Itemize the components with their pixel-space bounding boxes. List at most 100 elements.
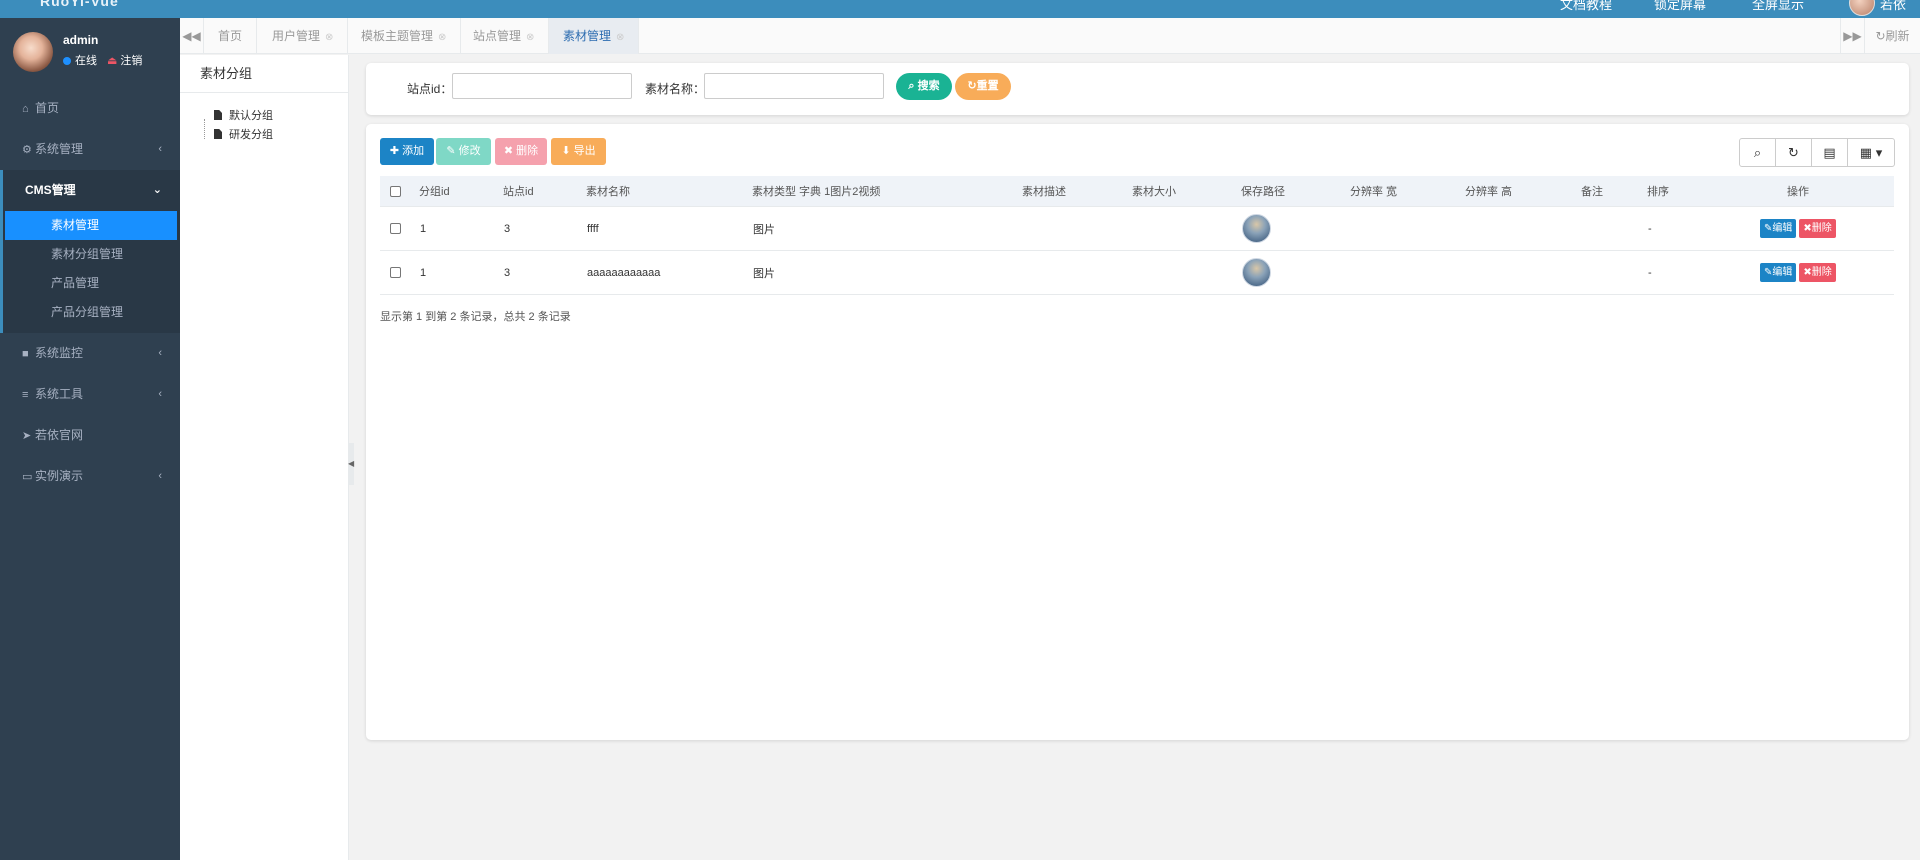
row-delete-button[interactable]: ✖删除 <box>1799 219 1836 238</box>
sort-cell: - <box>1648 266 1652 279</box>
sidebar-subitem-product-group[interactable]: 产品分组管理 <box>3 298 180 327</box>
group-id-cell: 1 <box>420 266 427 279</box>
sidebar-item-label: 系统监控 <box>35 346 84 360</box>
toggle-search-button[interactable]: ⌕ <box>1740 139 1776 166</box>
tabs-scroll-right-button[interactable]: ▶▶ <box>1840 18 1864 54</box>
sidebar-item-label: 实例演示 <box>35 469 84 483</box>
tab-user[interactable]: 用户管理 ⊗ <box>258 18 349 56</box>
user-avatar[interactable] <box>13 32 53 72</box>
sidebar-subitem-material-group[interactable]: 素材分组管理 <box>3 240 180 269</box>
row-edit-label: 编辑 <box>1772 267 1793 278</box>
plus-icon: ✚ <box>389 145 400 157</box>
toggle-view-button[interactable]: ▤ <box>1812 139 1848 166</box>
export-button-label: 导出 <box>573 145 596 157</box>
search-icon: ⌕ <box>908 80 915 92</box>
select-all-cell <box>390 176 401 206</box>
material-thumbnail[interactable] <box>1242 258 1271 287</box>
row-edit-button[interactable]: ✎编辑 <box>1760 219 1797 238</box>
reset-button[interactable]: ↻重置 <box>955 73 1011 100</box>
tree-node[interactable]: 默认分组 <box>202 107 348 126</box>
column-header[interactable]: 素材描述 <box>1022 176 1066 206</box>
search-form: 站点id： 素材名称： ⌕ 搜索 ↻重置 <box>366 63 1909 115</box>
close-icon[interactable]: ⊗ <box>526 20 534 56</box>
file-icon <box>214 129 222 139</box>
column-header[interactable]: 素材大小 <box>1132 176 1176 206</box>
table-header: 分组id 站点id 素材名称 素材类型 字典 1图片2视频 素材描述 素材大小 … <box>380 176 1894 207</box>
user-status: 在线 ⏏ 注销 <box>63 52 142 68</box>
logout-link[interactable]: 注销 <box>120 55 142 67</box>
sidebar-item-website[interactable]: ➤ 若依官网 <box>0 415 180 456</box>
sidebar-item-system[interactable]: ⚙ 系统管理 ‹ <box>0 129 180 170</box>
column-header[interactable]: 分辨率 高 <box>1465 176 1512 206</box>
edit-button[interactable]: ✎ 修改 <box>436 138 491 165</box>
close-icon[interactable]: ⊗ <box>438 20 446 56</box>
add-button[interactable]: ✚ 添加 <box>380 138 434 165</box>
search-button-label: 搜索 <box>917 80 940 92</box>
sidebar-subitem-product[interactable]: 产品管理 <box>3 269 180 298</box>
chevron-left-icon: ‹ <box>158 388 162 400</box>
sidebar-item-monitor[interactable]: ■ 系统监控 ‹ <box>0 333 180 374</box>
top-user-avatar[interactable] <box>1849 0 1875 16</box>
select-all-checkbox[interactable] <box>390 185 401 197</box>
tree-node[interactable]: 研发分组 <box>202 126 348 145</box>
search-button[interactable]: ⌕ 搜索 <box>896 73 952 100</box>
collapse-panel-handle[interactable]: ◀ <box>348 443 354 485</box>
sidebar: admin 在线 ⏏ 注销 ⌂ 首页 ⚙ 系统管理 ‹ CMS管理 ⌄ 素材管理 素材分… <box>0 18 180 860</box>
row-edit-button[interactable]: ✎编辑 <box>1760 263 1797 282</box>
tab-label: 用户管理 <box>272 29 321 43</box>
material-type-cell: 图片 <box>753 223 775 236</box>
lock-screen-link[interactable]: 锁定屏幕 <box>1654 0 1706 13</box>
sidebar-item-home[interactable]: ⌂ 首页 <box>0 88 180 129</box>
export-button[interactable]: ⬇ 导出 <box>551 138 606 165</box>
refresh-tab-button[interactable]: ↻刷新 <box>1864 18 1920 54</box>
refresh-table-button[interactable]: ↻ <box>1776 139 1812 166</box>
column-header[interactable]: 备注 <box>1581 176 1603 206</box>
column-header[interactable]: 保存路径 <box>1241 176 1285 206</box>
close-icon[interactable]: ⊗ <box>325 20 333 56</box>
docs-link[interactable]: 文档教程 <box>1560 0 1612 13</box>
column-header[interactable]: 素材类型 字典 1图片2视频 <box>752 176 880 206</box>
row-delete-button[interactable]: ✖删除 <box>1799 263 1836 282</box>
table-row[interactable]: 1 3 aaaaaaaaaaaa 图片 - ✎编辑 ✖删除 <box>380 251 1894 295</box>
sidebar-subitem-material[interactable]: 素材管理 <box>5 211 177 240</box>
row-checkbox[interactable] <box>390 223 401 234</box>
tabs-scroll-left-button[interactable]: ◀◀ <box>180 18 204 54</box>
material-name-input[interactable] <box>704 73 884 99</box>
site-id-input[interactable] <box>452 73 632 99</box>
row-checkbox[interactable] <box>390 267 401 278</box>
material-name-cell: aaaaaaaaaaaa <box>587 266 661 279</box>
tree-node-label: 默认分组 <box>229 110 273 122</box>
paper-plane-icon: ➤ <box>22 430 32 442</box>
column-header[interactable]: 分组id <box>419 176 450 206</box>
top-user-name[interactable]: 若依 <box>1880 0 1906 13</box>
column-header[interactable]: 分辨率 宽 <box>1350 176 1397 206</box>
table-row[interactable]: 1 3 ffff 图片 - ✎编辑 ✖删除 <box>380 207 1894 251</box>
refresh-icon: ↻ <box>967 80 977 92</box>
site-id-cell: 3 <box>504 266 511 279</box>
column-header[interactable]: 站点id <box>503 176 534 206</box>
delete-button[interactable]: ✖ 删除 <box>495 138 547 165</box>
tab-theme[interactable]: 模板主题管理 ⊗ <box>347 18 462 56</box>
chevron-left-icon: ‹ <box>158 470 162 482</box>
sidebar-item-demo[interactable]: ▭ 实例演示 ‹ <box>0 456 180 497</box>
columns-button[interactable]: ▦ ▾ <box>1848 139 1894 166</box>
edit-icon: ✎ <box>446 145 456 157</box>
logout-icon[interactable]: ⏏ <box>107 55 117 67</box>
close-icon[interactable]: ⊗ <box>616 20 624 56</box>
sidebar-item-tools[interactable]: ≡ 系统工具 ‹ <box>0 374 180 415</box>
home-icon: ⌂ <box>22 103 29 115</box>
sidebar-item-cms[interactable]: CMS管理 ⌄ <box>3 170 180 211</box>
sidebar-group-cms: CMS管理 ⌄ 素材管理 素材分组管理 产品管理 产品分组管理 <box>0 170 180 333</box>
tab-material[interactable]: 素材管理 ⊗ <box>549 18 640 56</box>
column-header[interactable]: 排序 <box>1647 176 1669 206</box>
tab-home[interactable]: 首页 <box>204 18 258 54</box>
file-icon <box>214 110 222 120</box>
tab-site[interactable]: 站点管理 ⊗ <box>459 18 550 56</box>
row-delete-label: 删除 <box>1811 223 1832 234</box>
column-header[interactable]: 素材名称 <box>586 176 630 206</box>
fullscreen-link[interactable]: 全屏显示 <box>1752 0 1804 13</box>
thumbnail-cell <box>1242 251 1271 294</box>
tab-label: 模板主题管理 <box>361 29 434 43</box>
column-header: 操作 <box>1787 186 1809 198</box>
material-thumbnail[interactable] <box>1242 214 1271 243</box>
